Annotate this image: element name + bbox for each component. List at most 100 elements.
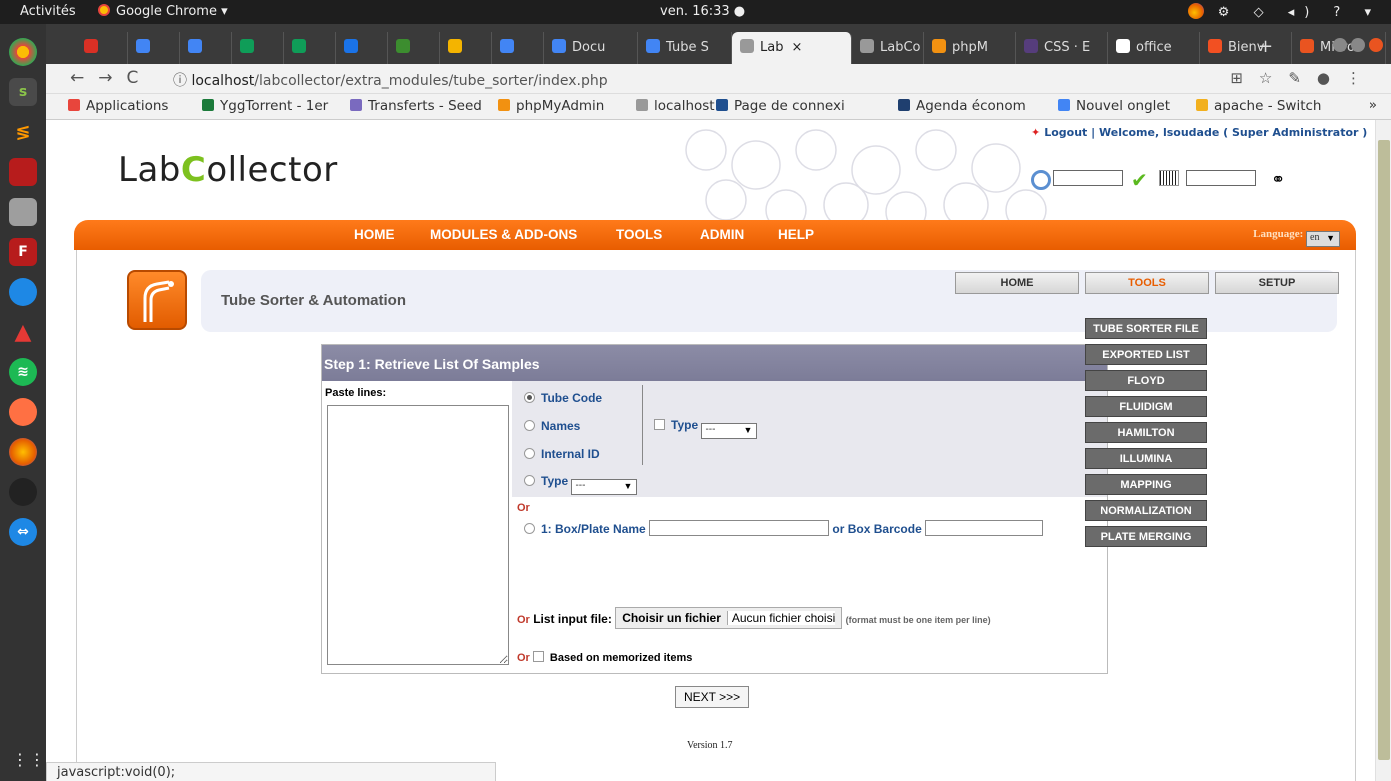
vpn-dock-icon[interactable]: ▲ [9,318,37,346]
module-setup-button[interactable]: SETUP [1215,272,1339,294]
bookmark-item[interactable]: Agenda économ [898,98,1026,114]
barcode-input[interactable] [1186,170,1256,186]
nav-admin[interactable]: ADMIN [700,227,744,242]
internal-id-radio[interactable] [524,448,535,459]
tools-menu-item[interactable]: HAMILTON [1085,422,1207,443]
activities-button[interactable]: Activités [20,4,76,19]
browser-tab[interactable]: office [1108,32,1200,64]
choose-file-button[interactable]: Choisir un fichier Aucun fichier choisi [615,607,843,629]
browser-tab[interactable]: phpM [924,32,1016,64]
browser-tab[interactable]: Docu [544,32,638,64]
spreadsheet-dock-icon[interactable]: s [9,78,37,106]
clock[interactable]: ven. 16:33 ● [660,4,745,19]
spotify-dock-icon[interactable]: ≋ [9,358,37,386]
minimize-window-icon[interactable] [1333,38,1347,52]
paste-lines-textarea[interactable] [327,405,509,665]
names-radio[interactable] [524,420,535,431]
toolbar-actions[interactable]: ⊞☆✎●⋮ [1230,69,1377,87]
archive-dock-icon[interactable] [9,198,37,226]
option-type[interactable]: Type --- [524,474,638,495]
browser-tab[interactable] [336,32,388,64]
postman-dock-icon[interactable] [9,398,37,426]
box-plate-radio[interactable] [524,523,535,534]
nav-help[interactable]: HELP [778,227,814,242]
tools-menu-item[interactable]: NORMALIZATION [1085,500,1207,521]
module-tools-button[interactable]: TOOLS [1085,272,1209,294]
sublime-dock-icon[interactable]: ≶ [9,118,37,146]
tools-menu-item[interactable]: MAPPING [1085,474,1207,495]
binoculars-icon[interactable]: ⚭ [1271,170,1285,190]
teamviewer-dock-icon[interactable]: ⇔ [9,518,37,546]
browser-tab[interactable]: Bienv [1200,32,1292,64]
nav-modules[interactable]: MODULES & ADD-ONS [430,227,577,242]
scrollbar-thumb[interactable] [1378,140,1390,760]
tools-menu-item[interactable]: FLOYD [1085,370,1207,391]
memorized-checkbox[interactable] [532,651,544,662]
search-icon[interactable] [1031,170,1051,190]
type-radio[interactable] [524,475,535,486]
module-home-button[interactable]: HOME [955,272,1079,294]
bookmark-item[interactable]: phpMyAdmin [498,98,604,114]
github-dock-icon[interactable] [9,478,37,506]
bookmark-item[interactable]: Nouvel onglet [1058,98,1170,114]
address-bar[interactable]: ⓘ localhost/labcollector/extra_modules/t… [173,70,608,90]
monitor-dock-icon[interactable] [9,158,37,186]
bookmark-item[interactable]: Applications [68,98,168,114]
checkmark-icon[interactable]: ✔ [1131,168,1148,192]
browser-tab[interactable] [232,32,284,64]
thunderbird-dock-icon[interactable] [9,278,37,306]
tools-menu-item[interactable]: FLUIDIGM [1085,396,1207,417]
side-type-select[interactable]: --- [701,423,758,439]
option-internal-id[interactable]: Internal ID [524,447,600,461]
browser-tab[interactable] [388,32,440,64]
bookmark-item[interactable]: Transferts - Seed [350,98,482,114]
language-select[interactable]: en [1306,231,1340,247]
quick-search-input[interactable] [1053,170,1123,186]
type-select[interactable]: --- [571,479,638,495]
tools-menu-item[interactable]: ILLUMINA [1085,448,1207,469]
browser-tab[interactable] [180,32,232,64]
browser-tab[interactable] [128,32,180,64]
browser-tab[interactable]: Tube S [638,32,732,64]
browser-tab[interactable] [76,32,128,64]
type-checkbox[interactable] [654,419,665,430]
browser-tab[interactable]: Lab × [732,32,852,64]
app-menu[interactable]: Google Chrome ▾ [98,4,228,19]
firefox-tray-icon[interactable] [1187,3,1204,19]
close-tab-icon[interactable]: × [791,40,802,55]
nav-buttons[interactable]: ←→C [70,68,152,88]
bookmark-item[interactable]: localhost [636,98,715,114]
labcollector-logo[interactable]: LabCollector [118,150,338,190]
more-bookmarks-icon[interactable]: » [1369,97,1377,113]
next-button[interactable]: NEXT >>> [675,686,750,708]
system-tray[interactable]: ⚙ ◇ ◂) ? ▾ [1187,3,1381,20]
page-scrollbar[interactable] [1375,120,1391,781]
box-plate-name-input[interactable] [649,520,830,536]
filezilla-dock-icon[interactable]: F [9,238,37,266]
tube-code-radio[interactable] [524,392,535,403]
browser-tab[interactable]: CSS · E [1016,32,1108,64]
browser-tab[interactable]: Docu [1386,32,1391,64]
browser-tab[interactable] [492,32,544,64]
browser-tab[interactable] [440,32,492,64]
nav-home[interactable]: HOME [354,227,395,242]
firefox-dock-icon[interactable] [9,438,37,466]
tools-menu-item[interactable]: PLATE MERGING [1085,526,1207,547]
tools-menu-item[interactable]: TUBE SORTER FILE [1085,318,1207,339]
bookmark-item[interactable]: apache - Switch [1196,98,1322,114]
bookmark-item[interactable]: YggTorrent - 1er [202,98,328,114]
box-barcode-input[interactable] [925,520,1044,536]
tools-menu-item[interactable]: EXPORTED LIST [1085,344,1207,365]
option-names[interactable]: Names [524,419,580,433]
new-tab-button[interactable]: + [1258,36,1273,57]
close-window-icon[interactable] [1369,38,1383,52]
browser-tab[interactable] [284,32,336,64]
browser-tab[interactable]: LabCo [852,32,924,64]
chrome-dock-icon[interactable] [9,38,37,66]
logout-link[interactable]: Logout [1044,126,1087,139]
maximize-window-icon[interactable] [1351,38,1365,52]
barcode-icon[interactable] [1159,170,1179,186]
bookmark-item[interactable]: Page de connexi [716,98,845,114]
option-tube-code[interactable]: Tube Code [524,391,602,405]
nav-tools[interactable]: TOOLS [616,227,662,242]
